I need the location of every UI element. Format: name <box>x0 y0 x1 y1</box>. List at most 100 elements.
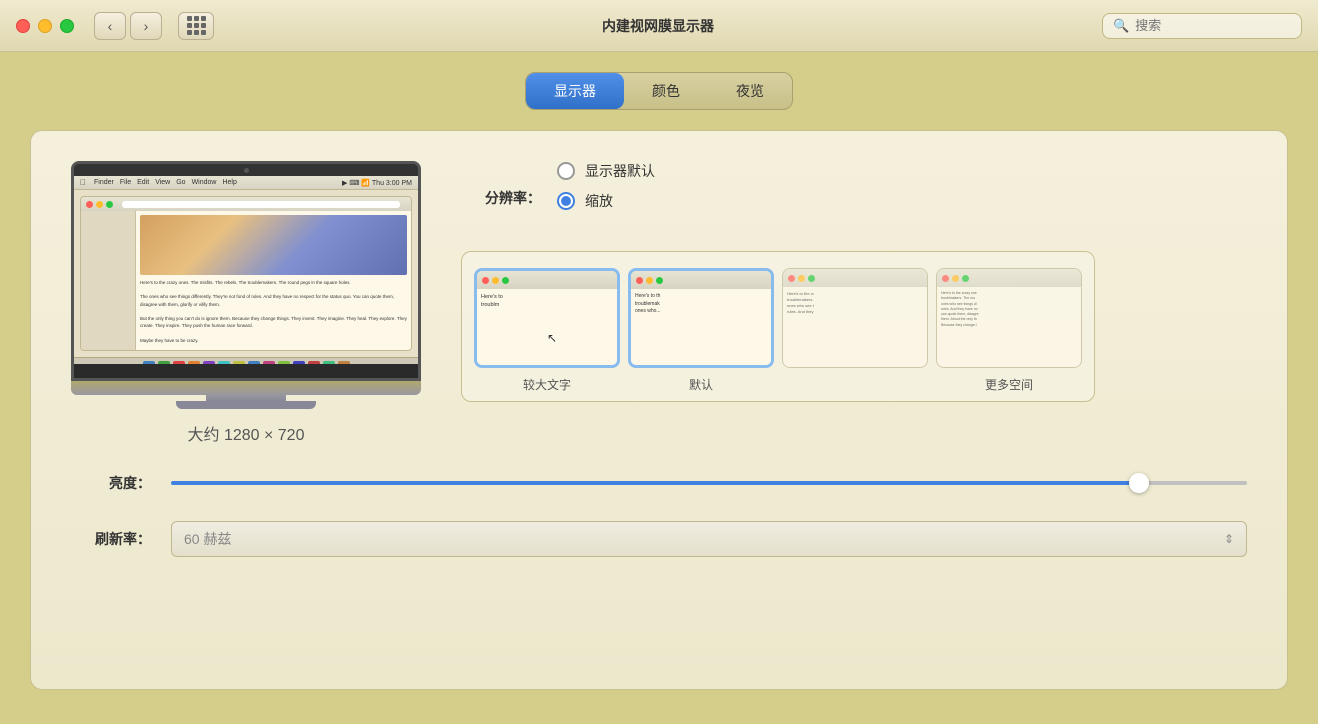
thumb-close <box>636 277 643 284</box>
thumb-body: Here's to the crazy onetroublmakers. The… <box>937 287 1081 367</box>
tab-bar: 显示器 颜色 夜览 <box>30 72 1288 110</box>
radio-row-default: 显示器默认 <box>557 161 655 181</box>
laptop-base <box>71 381 421 395</box>
resolution-label: 分辨率： <box>461 188 541 208</box>
res-thumb-large-text[interactable]: Here's totroublm ↖ <box>474 268 620 368</box>
dock-icon <box>143 361 155 365</box>
thumb-minimize <box>646 277 653 284</box>
radio-scaled-label: 缩放 <box>585 191 613 211</box>
thumbnails-section: Here's totroublm ↖ <box>461 251 1095 402</box>
res-thumbnails: Here's totroublm ↖ <box>474 268 1082 368</box>
res-label-large: 较大文字 <box>474 376 620 393</box>
window-title: 内建视网膜显示器 <box>226 16 1090 36</box>
laptop-camera <box>244 168 249 173</box>
forward-button[interactable]: › <box>130 12 162 40</box>
dock-icon <box>263 361 275 365</box>
close-button[interactable] <box>16 19 30 33</box>
settings-panel:  Finder File Edit View Go Window Help <box>30 130 1288 690</box>
tab-color[interactable]: 颜色 <box>624 73 708 109</box>
res-thumb-more-space-1[interactable]: Here's to the crtroublemakers.ones who s… <box>782 268 928 368</box>
dock-icon <box>338 361 350 365</box>
res-thumb-more-space-2[interactable]: Here's to the crazy onetroublmakers. The… <box>936 268 1082 368</box>
dock-icon <box>188 361 200 365</box>
dock-bar <box>74 357 418 364</box>
lw-sidebar <box>81 211 136 350</box>
thumb-minimize <box>798 275 805 282</box>
menubar-item: View <box>155 179 170 186</box>
dock-icon <box>308 361 320 365</box>
laptop-bezel <box>74 164 418 176</box>
grid-view-button[interactable] <box>178 12 214 40</box>
refresh-rate-select[interactable]: 60 赫兹 ⇕ <box>171 521 1247 557</box>
lw-minimize <box>96 201 103 208</box>
res-label-more2: 更多空间 <box>936 376 1082 393</box>
menubar-items: Finder File Edit View Go Window Help <box>94 179 237 186</box>
laptop-screen:  Finder File Edit View Go Window Help <box>71 161 421 381</box>
laptop-text-content: Here's to the crazy ones. The misfits. T… <box>140 279 407 350</box>
thumb-minimize <box>492 277 499 284</box>
thumb-close <box>482 277 489 284</box>
tab-night[interactable]: 夜览 <box>708 73 792 109</box>
tab-display[interactable]: 显示器 <box>526 73 624 109</box>
laptop-preview:  Finder File Edit View Go Window Help <box>71 161 421 445</box>
laptop-window: Here's to the crazy ones. The misfits. T… <box>80 196 412 351</box>
lw-address <box>122 201 400 208</box>
res-label-default: 默认 <box>628 376 774 393</box>
menubar-item: Finder <box>94 179 114 186</box>
radio-scaled[interactable] <box>557 192 575 210</box>
radio-default[interactable] <box>557 162 575 180</box>
res-thumb-default[interactable]: Here's to thtroublemakones who... <box>628 268 774 368</box>
lw-body: Here's to the crazy ones. The misfits. T… <box>81 211 411 350</box>
lw-titlebar <box>81 197 411 211</box>
radio-group: 显示器默认 缩放 <box>557 161 655 211</box>
resolution-layout:  Finder File Edit View Go Window Help <box>71 161 1247 445</box>
nav-buttons: ‹ › <box>94 12 162 40</box>
maximize-button[interactable] <box>60 19 74 33</box>
thumb-close <box>942 275 949 282</box>
res-labels: 较大文字 默认 更多空间 <box>474 376 1082 393</box>
lw-close <box>86 201 93 208</box>
lw-main: Here's to the crazy ones. The misfits. T… <box>136 211 411 350</box>
brightness-thumb[interactable] <box>1129 473 1149 493</box>
brightness-slider[interactable] <box>171 481 1247 485</box>
menubar-item: Go <box>176 179 185 186</box>
menubar-item: Window <box>192 179 217 186</box>
dock-icon <box>203 361 215 365</box>
main-content: 显示器 颜色 夜览  <box>0 52 1318 724</box>
menubar-right: ▶ ⌨ 📶 Thu 3:00 PM <box>342 179 412 187</box>
thumb-maximize <box>808 275 815 282</box>
thumb-titlebar <box>477 271 617 289</box>
dock-icon <box>278 361 290 365</box>
titlebar: ‹ › 内建视网膜显示器 🔍 <box>0 0 1318 52</box>
traffic-lights <box>16 19 74 33</box>
thumb-body: Here's to thtroublemakones who... <box>631 289 771 365</box>
laptop-foot <box>176 401 316 409</box>
minimize-button[interactable] <box>38 19 52 33</box>
thumb-minimize <box>952 275 959 282</box>
grid-icon <box>187 16 206 35</box>
laptop-screen-content:  Finder File Edit View Go Window Help <box>74 176 418 364</box>
dock-icon <box>248 361 260 365</box>
thumb-body: Here's totroublm <box>477 289 617 365</box>
radio-row-scaled: 缩放 <box>557 191 655 211</box>
refresh-rate-label: 刷新率： <box>71 529 151 549</box>
thumb-titlebar <box>631 271 771 289</box>
dock-icon <box>233 361 245 365</box>
refresh-rate-row: 刷新率： 60 赫兹 ⇕ <box>71 521 1247 557</box>
radio-inner <box>561 196 571 206</box>
search-input[interactable] <box>1135 18 1285 33</box>
search-bar[interactable]: 🔍 <box>1102 13 1302 39</box>
brightness-label: 亮度： <box>71 473 151 493</box>
back-button[interactable]: ‹ <box>94 12 126 40</box>
dock-icon <box>293 361 305 365</box>
dock-icon <box>158 361 170 365</box>
thumb-maximize <box>962 275 969 282</box>
thumb-maximize <box>656 277 663 284</box>
dock-icon <box>323 361 335 365</box>
tab-group: 显示器 颜色 夜览 <box>525 72 793 110</box>
res-label-more1 <box>782 376 928 393</box>
brightness-row: 亮度： <box>71 473 1247 493</box>
laptop-dimensions: 大约 1280 × 720 <box>188 421 305 445</box>
resolution-top: 分辨率： 显示器默认 缩放 <box>461 161 1095 235</box>
thumb-maximize <box>502 277 509 284</box>
